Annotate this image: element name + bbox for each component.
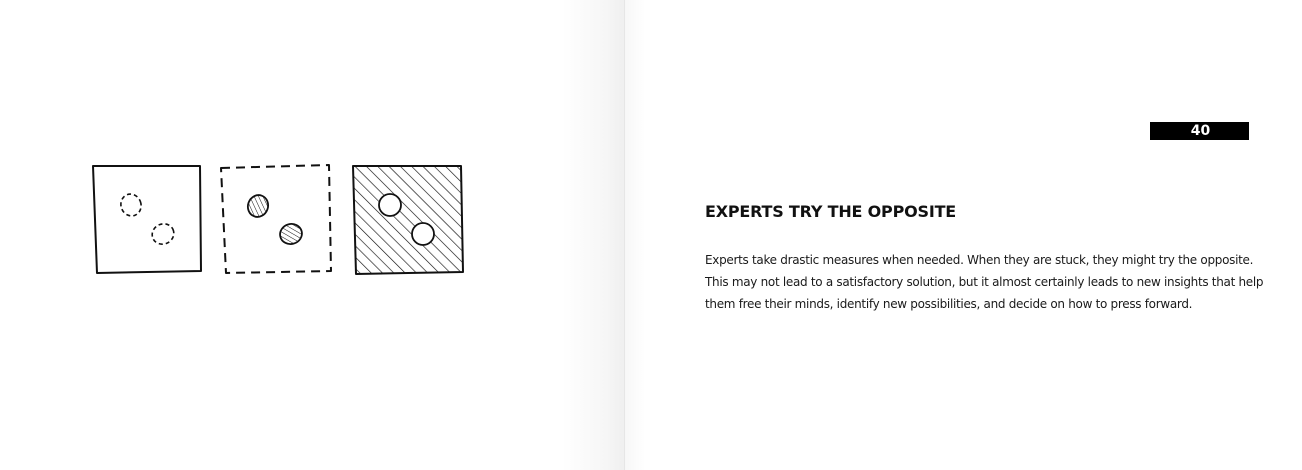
opposite-squares-illustration [92,164,464,275]
hatched-square-outline [352,165,464,275]
right-page [625,0,1302,470]
body-line: This may not lead to a satisfactory solu… [705,275,1264,289]
dashed-circle-icon [151,223,175,245]
dashed-square-outline [220,164,332,274]
section-heading: EXPERTS TRY THE OPPOSITE [705,202,957,221]
panel-dashed-square [220,164,332,274]
hatched-circle-icon [279,223,303,245]
solid-square-outline [92,165,202,274]
dashed-circle-icon [120,193,142,217]
white-circle-icon [378,193,402,217]
white-circle-icon [411,222,435,246]
body-paragraph: Experts take drastic measures when neede… [705,249,1265,315]
body-line: them free their minds, identify new poss… [705,297,1193,311]
page-number: 40 [1190,123,1211,139]
panel-solid-square [92,165,202,274]
panel-hatched-square [352,165,464,275]
page-number-badge: 40 [1150,122,1249,140]
hatched-circle-icon [246,194,270,218]
body-line: Experts take drastic measures when neede… [705,253,1254,267]
left-page [0,0,625,470]
